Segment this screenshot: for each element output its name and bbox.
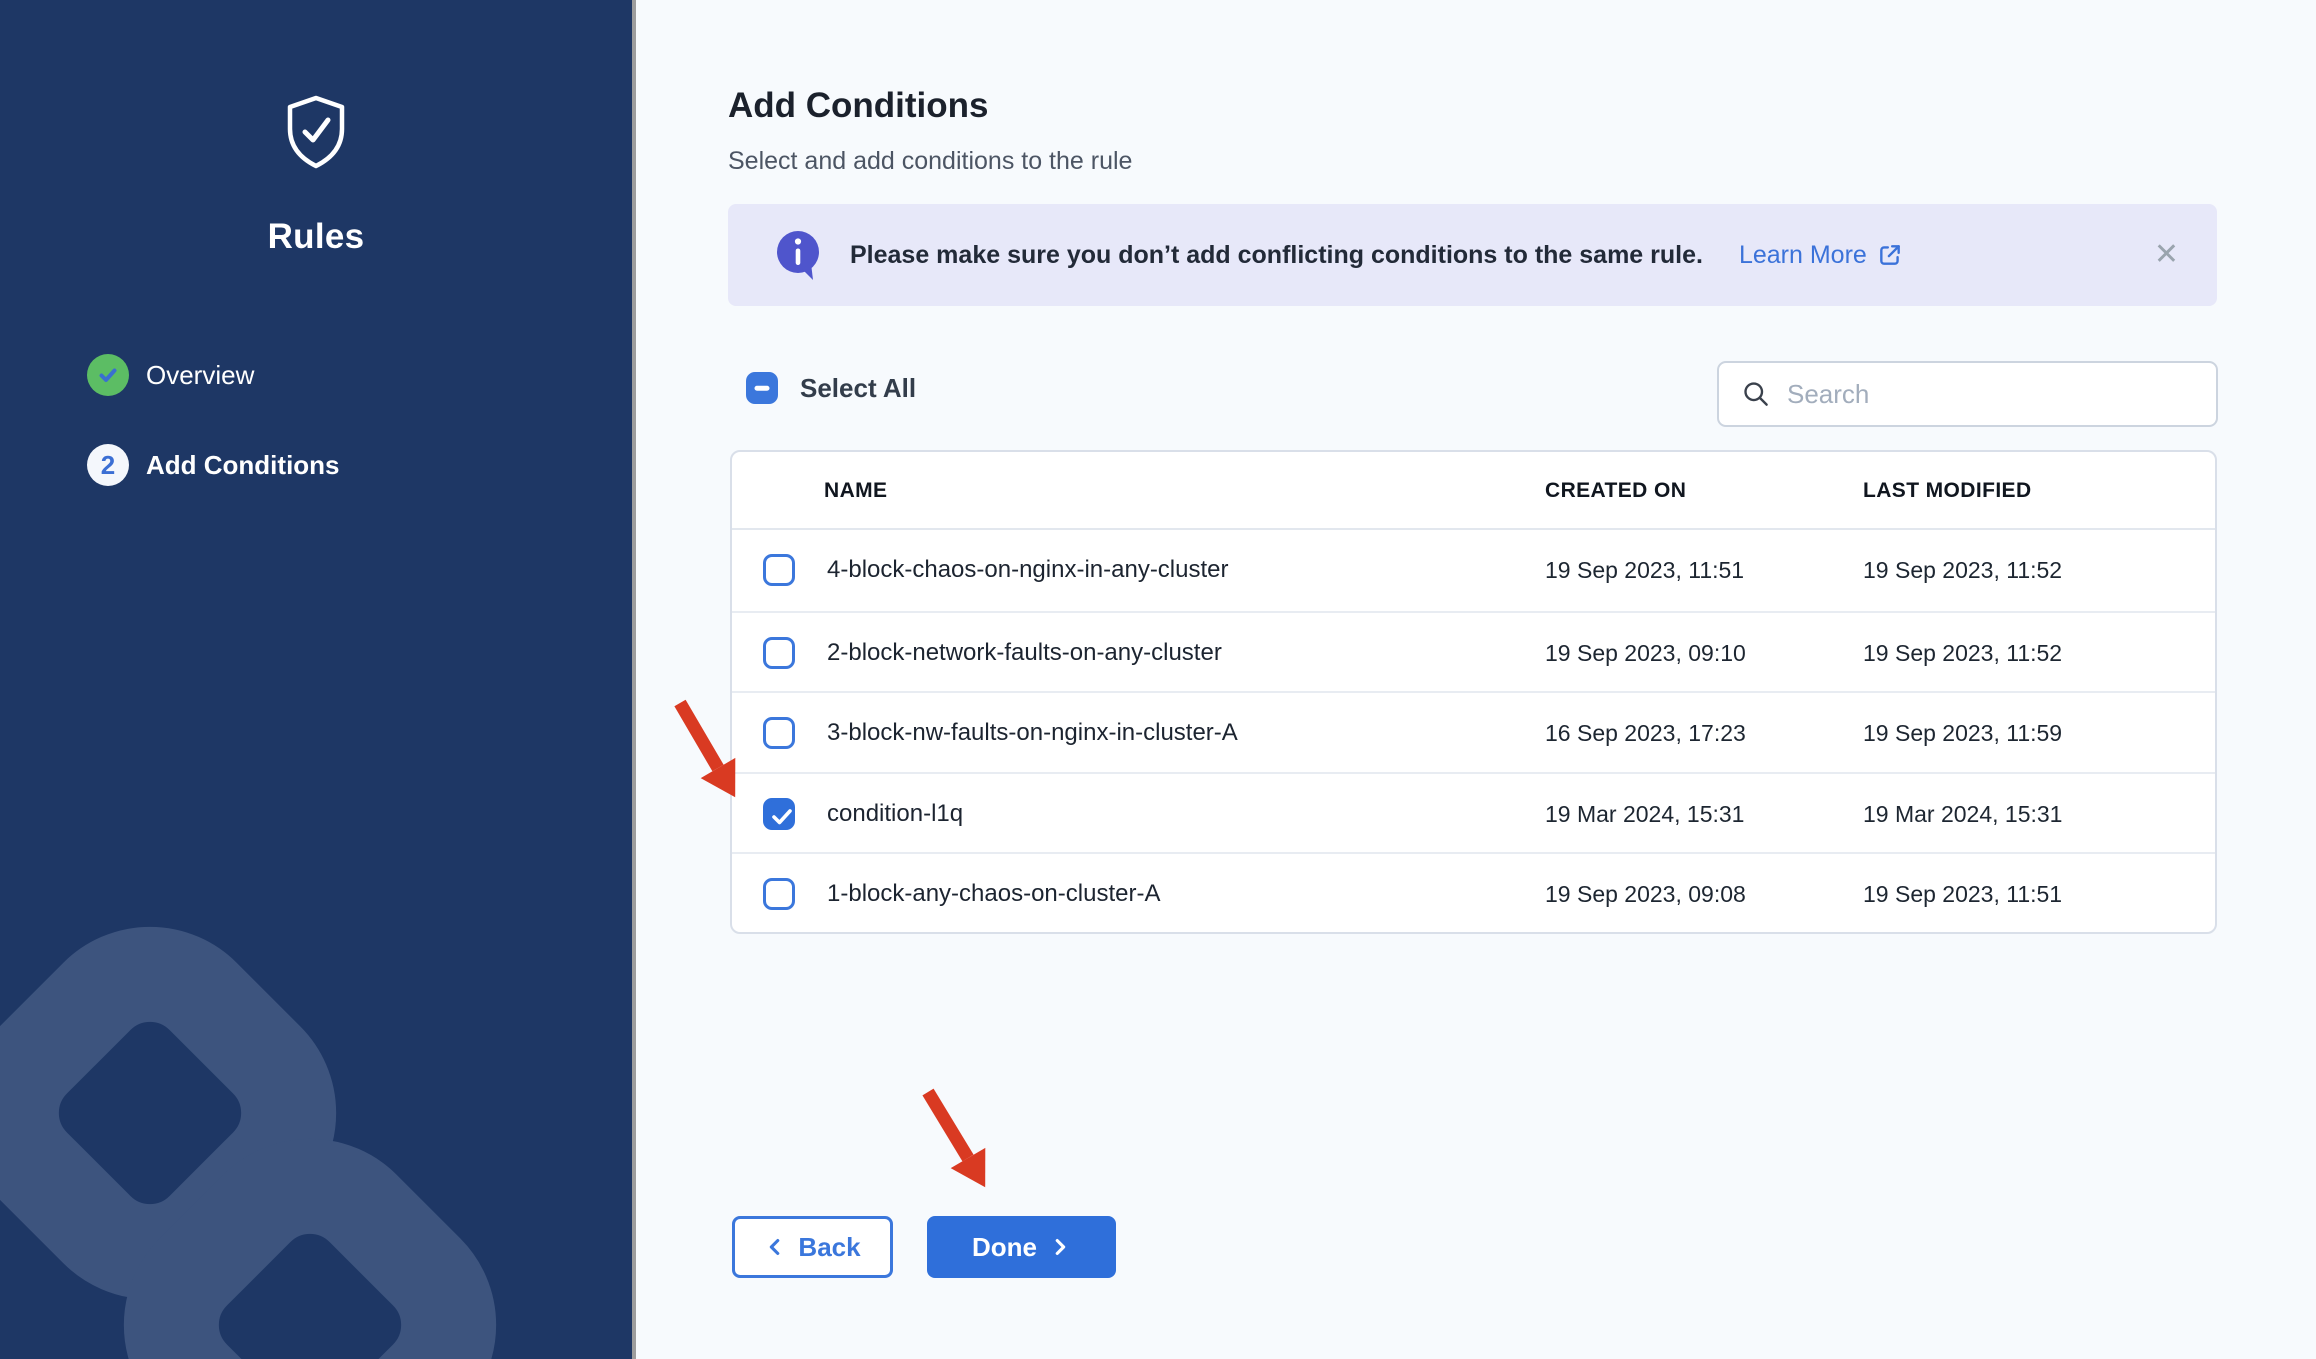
- wizard-sidebar: Rules Overview 2 Add Conditions: [0, 0, 632, 1359]
- step-number-badge: 2: [87, 444, 129, 486]
- annotation-arrow-done: [908, 1078, 1018, 1208]
- last-modified-value: 19 Sep 2023, 11:59: [1863, 693, 2062, 773]
- select-all-checkbox[interactable]: [746, 372, 778, 404]
- chevron-left-icon: [764, 1236, 786, 1258]
- table-row[interactable]: 3-block-nw-faults-on-nginx-in-cluster-A …: [732, 691, 2215, 772]
- column-header-last-modified: LAST MODIFIED: [1863, 452, 2032, 530]
- banner-message: Please make sure you don’t add conflicti…: [850, 241, 1703, 270]
- last-modified-value: 19 Sep 2023, 11:52: [1863, 613, 2062, 693]
- info-banner: Please make sure you don’t add conflicti…: [728, 204, 2217, 306]
- select-all-control[interactable]: Select All: [746, 372, 916, 404]
- page-title: Add Conditions: [728, 86, 989, 126]
- condition-name: 4-block-chaos-on-nginx-in-any-cluster: [827, 530, 1229, 610]
- brand-watermark-logo: [0, 869, 632, 1359]
- last-modified-value: 19 Mar 2024, 15:31: [1863, 774, 2062, 854]
- created-on-value: 19 Sep 2023, 09:08: [1545, 854, 1746, 934]
- created-on-value: 19 Mar 2024, 15:31: [1545, 774, 1744, 854]
- back-button-label: Back: [798, 1232, 860, 1263]
- rules-wizard-modal: Rules Overview 2 Add Conditions Add Cond: [0, 0, 2316, 1359]
- search-input[interactable]: [1787, 379, 2198, 410]
- learn-more-link[interactable]: Learn More: [1739, 241, 1903, 270]
- indeterminate-dash-icon: [755, 386, 770, 391]
- table-row[interactable]: 1-block-any-chaos-on-cluster-A 19 Sep 20…: [732, 852, 2215, 933]
- chevron-right-icon: [1049, 1236, 1071, 1258]
- created-on-value: 19 Sep 2023, 09:10: [1545, 613, 1746, 693]
- condition-name: 2-block-network-faults-on-any-cluster: [827, 613, 1222, 693]
- done-button[interactable]: Done: [927, 1216, 1116, 1278]
- search-icon: [1741, 379, 1771, 409]
- last-modified-value: 19 Sep 2023, 11:51: [1863, 854, 2062, 934]
- row-checkbox[interactable]: [763, 554, 795, 586]
- learn-more-label: Learn More: [1739, 241, 1867, 270]
- step-add-conditions-label: Add Conditions: [146, 444, 340, 486]
- step-completed-icon: [87, 354, 129, 396]
- row-checkbox[interactable]: [763, 798, 795, 830]
- condition-name: 3-block-nw-faults-on-nginx-in-cluster-A: [827, 693, 1238, 773]
- last-modified-value: 19 Sep 2023, 11:52: [1863, 530, 2062, 610]
- close-icon[interactable]: ✕: [2146, 236, 2187, 274]
- condition-name: 1-block-any-chaos-on-cluster-A: [827, 854, 1160, 934]
- back-button[interactable]: Back: [732, 1216, 893, 1278]
- condition-name: condition-l1q: [827, 774, 963, 854]
- step-overview-label: Overview: [146, 354, 254, 396]
- wizard-title: Rules: [0, 216, 632, 258]
- external-link-icon: [1877, 242, 1903, 268]
- conditions-table: NAME CREATED ON LAST MODIFIED 4-block-ch…: [730, 450, 2217, 934]
- info-icon: [774, 229, 822, 281]
- row-checkbox[interactable]: [763, 878, 795, 910]
- shield-check-icon: [284, 93, 348, 171]
- column-header-name: NAME: [824, 452, 887, 530]
- table-row[interactable]: 2-block-network-faults-on-any-cluster 19…: [732, 611, 2215, 692]
- table-row[interactable]: 4-block-chaos-on-nginx-in-any-cluster 19…: [732, 530, 2215, 611]
- search-box[interactable]: [1717, 361, 2218, 427]
- select-all-label: Select All: [800, 373, 916, 404]
- table-row[interactable]: condition-l1q 19 Mar 2024, 15:31 19 Mar …: [732, 772, 2215, 853]
- created-on-value: 19 Sep 2023, 11:51: [1545, 530, 1744, 610]
- sidebar-divider: [632, 0, 636, 1359]
- created-on-value: 16 Sep 2023, 17:23: [1545, 693, 1746, 773]
- table-header: NAME CREATED ON LAST MODIFIED: [732, 452, 2215, 530]
- page-subtitle: Select and add conditions to the rule: [728, 147, 1132, 176]
- column-header-created-on: CREATED ON: [1545, 452, 1686, 530]
- row-checkbox[interactable]: [763, 637, 795, 669]
- done-button-label: Done: [972, 1232, 1037, 1263]
- row-checkbox[interactable]: [763, 717, 795, 749]
